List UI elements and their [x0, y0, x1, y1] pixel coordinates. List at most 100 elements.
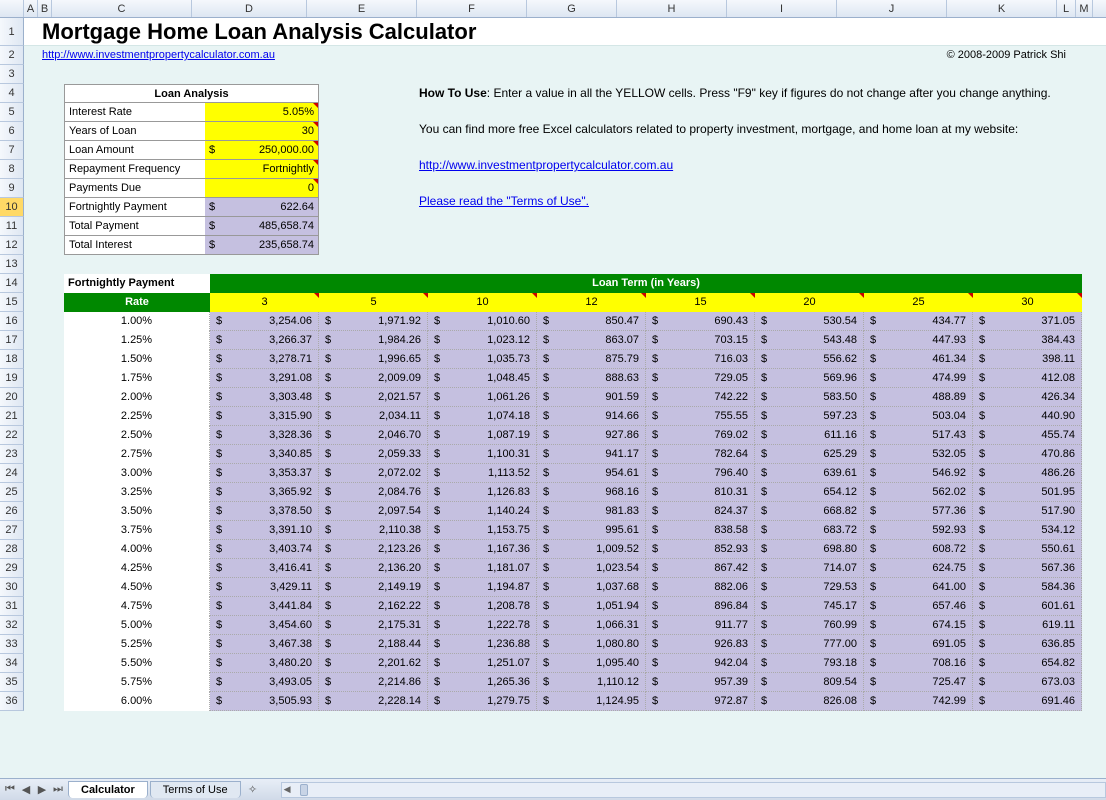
- row-header-13[interactable]: 13: [0, 255, 24, 274]
- payment-cell: $1,110.12: [537, 673, 646, 692]
- la-value[interactable]: 30: [205, 122, 318, 140]
- row-header-24[interactable]: 24: [0, 464, 24, 483]
- row-header-31[interactable]: 31: [0, 597, 24, 616]
- payment-cell: $760.99: [755, 616, 864, 635]
- col-header-F[interactable]: F: [417, 0, 527, 17]
- next-sheet-icon[interactable]: ▶: [34, 781, 50, 799]
- col-header-H[interactable]: H: [617, 0, 727, 17]
- terms-link[interactable]: Please read the "Terms of Use".: [419, 194, 589, 208]
- tab-terms[interactable]: Terms of Use: [150, 781, 241, 798]
- la-value[interactable]: 0: [205, 179, 318, 197]
- la-value[interactable]: $250,000.00: [205, 141, 318, 159]
- col-header-B[interactable]: B: [38, 0, 52, 17]
- prev-sheet-icon[interactable]: ◀: [18, 781, 34, 799]
- payment-cell: $3,254.06: [210, 312, 319, 331]
- row-header-6[interactable]: 6: [0, 122, 24, 141]
- website-link[interactable]: http://www.investmentpropertycalculator.…: [42, 46, 275, 65]
- row-header-2[interactable]: 2: [0, 46, 24, 65]
- row-header-18[interactable]: 18: [0, 350, 24, 369]
- col-header-J[interactable]: J: [837, 0, 947, 17]
- col-header-G[interactable]: G: [527, 0, 617, 17]
- payment-cell: $3,454.60: [210, 616, 319, 635]
- row-header-3[interactable]: 3: [0, 65, 24, 84]
- payment-cell: $995.61: [537, 521, 646, 540]
- la-value[interactable]: 5.05%: [205, 103, 318, 121]
- select-all-corner[interactable]: [0, 0, 24, 17]
- row-header-7[interactable]: 7: [0, 141, 24, 160]
- payment-cell: $2,072.02: [319, 464, 428, 483]
- row-header-29[interactable]: 29: [0, 559, 24, 578]
- row-header-17[interactable]: 17: [0, 331, 24, 350]
- col-header-E[interactable]: E: [307, 0, 417, 17]
- payment-cell: $888.63: [537, 369, 646, 388]
- payment-cell: $601.61: [973, 597, 1082, 616]
- payment-cell: $1,087.19: [428, 426, 537, 445]
- row-header-35[interactable]: 35: [0, 673, 24, 692]
- row-header-15[interactable]: 15: [0, 293, 24, 312]
- la-label: Repayment Frequency: [65, 160, 205, 178]
- row-header-26[interactable]: 26: [0, 502, 24, 521]
- row-header-30[interactable]: 30: [0, 578, 24, 597]
- row-header-33[interactable]: 33: [0, 635, 24, 654]
- payment-cell: $3,328.36: [210, 426, 319, 445]
- term-header: 15: [646, 293, 755, 312]
- row-header-12[interactable]: 12: [0, 236, 24, 255]
- row-header-19[interactable]: 19: [0, 369, 24, 388]
- row-header-1[interactable]: 1: [0, 18, 24, 46]
- row-header-28[interactable]: 28: [0, 540, 24, 559]
- col-header-L[interactable]: L: [1057, 0, 1076, 17]
- last-sheet-icon[interactable]: ⏭: [50, 781, 66, 799]
- tab-calculator[interactable]: Calculator: [68, 781, 148, 798]
- scroll-thumb[interactable]: [300, 784, 308, 796]
- payment-cell: $2,097.54: [319, 502, 428, 521]
- term-header: 10: [428, 293, 537, 312]
- row-header-23[interactable]: 23: [0, 445, 24, 464]
- row-header-16[interactable]: 16: [0, 312, 24, 331]
- payment-cell: $683.72: [755, 521, 864, 540]
- term-header: 5: [319, 293, 428, 312]
- payment-cell: $782.64: [646, 445, 755, 464]
- payment-cell: $1,126.83: [428, 483, 537, 502]
- payment-cell: $927.86: [537, 426, 646, 445]
- payment-cell: $838.58: [646, 521, 755, 540]
- payment-cell: $611.16: [755, 426, 864, 445]
- rate-cell: 2.00%: [64, 388, 210, 407]
- row-header-36[interactable]: 36: [0, 692, 24, 711]
- row-header-4[interactable]: 4: [0, 84, 24, 103]
- payment-cell: $826.08: [755, 692, 864, 711]
- col-header-K[interactable]: K: [947, 0, 1057, 17]
- new-sheet-icon[interactable]: ✧: [245, 781, 261, 799]
- payment-cell: $3,278.71: [210, 350, 319, 369]
- row-header-32[interactable]: 32: [0, 616, 24, 635]
- la-value[interactable]: Fortnightly: [205, 160, 318, 178]
- col-header-I[interactable]: I: [727, 0, 837, 17]
- row-header-22[interactable]: 22: [0, 426, 24, 445]
- first-sheet-icon[interactable]: ⏮: [2, 781, 18, 799]
- col-header-M[interactable]: M: [1076, 0, 1093, 17]
- payment-cell: $1,037.68: [537, 578, 646, 597]
- payment-cell: $745.17: [755, 597, 864, 616]
- row-header-20[interactable]: 20: [0, 388, 24, 407]
- row-header-34[interactable]: 34: [0, 654, 24, 673]
- la-label: Loan Amount: [65, 141, 205, 159]
- payment-cell: $674.15: [864, 616, 973, 635]
- row-header-27[interactable]: 27: [0, 521, 24, 540]
- row-header-14[interactable]: 14: [0, 274, 24, 293]
- la-label: Interest Rate: [65, 103, 205, 121]
- row-header-11[interactable]: 11: [0, 217, 24, 236]
- payment-cell: $1,066.31: [537, 616, 646, 635]
- payment-cell: $534.12: [973, 521, 1082, 540]
- horizontal-scrollbar[interactable]: ◀: [281, 782, 1106, 798]
- howto-link[interactable]: http://www.investmentpropertycalculator.…: [419, 158, 673, 172]
- row-header-5[interactable]: 5: [0, 103, 24, 122]
- col-header-A[interactable]: A: [24, 0, 38, 17]
- col-header-D[interactable]: D: [192, 0, 307, 17]
- row-header-8[interactable]: 8: [0, 160, 24, 179]
- la-label: Fortnightly Payment: [65, 198, 205, 216]
- row-header-10[interactable]: 10: [0, 198, 24, 217]
- row-header-21[interactable]: 21: [0, 407, 24, 426]
- row-header-25[interactable]: 25: [0, 483, 24, 502]
- col-header-C[interactable]: C: [52, 0, 192, 17]
- rate-cell: 5.25%: [64, 635, 210, 654]
- row-header-9[interactable]: 9: [0, 179, 24, 198]
